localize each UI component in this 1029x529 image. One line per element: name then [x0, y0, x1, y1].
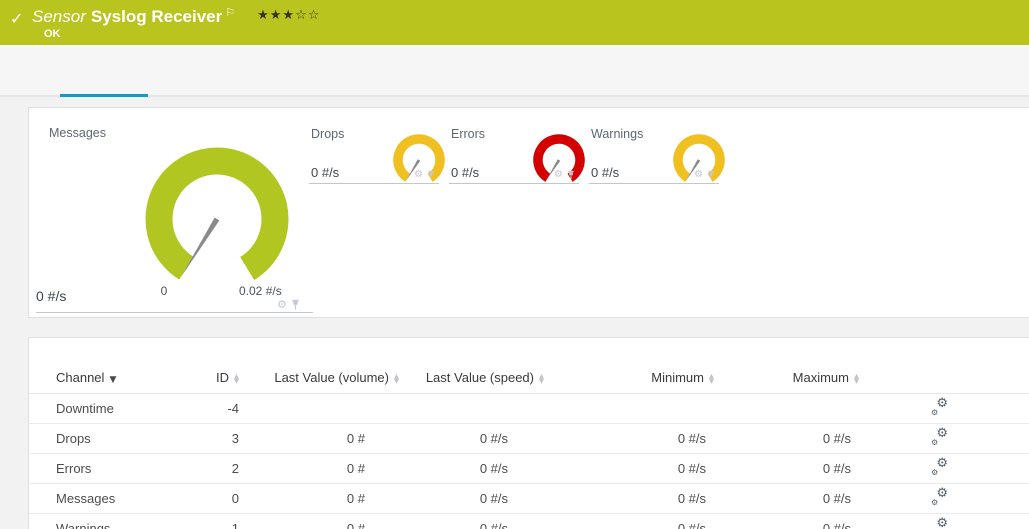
table-header-row: Channel▼ ID▲▼ Last Value (volume)▲▼ Last… [29, 362, 1029, 394]
column-header-minimum[interactable]: Minimum▲▼ [544, 362, 714, 394]
gauge-errors[interactable]: Errors 0 #/s ⚙ [449, 120, 579, 186]
channel-minimum [544, 394, 714, 424]
gauge-value: 0 #/s [591, 165, 619, 180]
gauge-divider [36, 312, 313, 313]
gauge-dial [531, 134, 587, 190]
sort-icon: ▲▼ [234, 374, 239, 384]
channel-last-volume: 0 # [239, 514, 399, 529]
sort-icon: ▲▼ [709, 374, 714, 384]
flag-icon[interactable]: ⚐ [225, 6, 235, 19]
gauge-divider [449, 183, 579, 184]
gauge-dial [142, 144, 292, 294]
gauge-drops[interactable]: Drops 0 #/s ⚙ [309, 120, 439, 186]
sensor-header: ✓ Sensor Syslog Receiver⚐ ★★★☆☆ OK [0, 0, 1029, 45]
gauge-settings-gear-icon[interactable]: ⚙ [694, 169, 703, 180]
channel-settings-gears-icon[interactable]: ⚙⚙ [931, 400, 948, 414]
channel-maximum: 0 #/s [714, 484, 859, 514]
gauge-scale-max: 0.02 #/s [239, 284, 282, 298]
channel-maximum: 0 #/s [714, 514, 859, 529]
table-row: Errors 2 0 # 0 #/s 0 #/s 0 #/s ⚙⚙ [29, 454, 1029, 484]
gauge-warnings[interactable]: Warnings 0 #/s ⚙ [589, 120, 719, 186]
gauge-divider [589, 183, 719, 184]
tab-bar: Overview Live Data 2 days 30 days 365 da… [0, 45, 1029, 97]
channel-maximum: 0 #/s [714, 454, 859, 484]
sort-icon: ▲▼ [394, 374, 399, 384]
channel-last-speed [399, 394, 544, 424]
gauge-title: Messages [49, 126, 106, 140]
active-tab-indicator [60, 94, 148, 97]
channel-id: 1 [189, 514, 239, 529]
table-row: Warnings 1 0 # 0 #/s 0 #/s 0 #/s ⚙⚙ [29, 514, 1029, 529]
column-header-channel[interactable]: Channel▼ [29, 362, 189, 394]
gauges-panel: Messages 0 0.02 #/s 0 #/s ⚙ Drops 0 #/s … [28, 107, 1029, 318]
sensor-kind-label: Sensor [32, 7, 86, 26]
channel-last-speed: 0 #/s [399, 424, 544, 454]
gauge-value: 0 #/s [311, 165, 339, 180]
channel-id: 2 [189, 454, 239, 484]
pin-icon[interactable] [707, 170, 715, 180]
channels-panel: Channel▼ ID▲▼ Last Value (volume)▲▼ Last… [28, 337, 1029, 529]
channel-last-volume: 0 # [239, 484, 399, 514]
sensor-title: Sensor Syslog Receiver⚐ ★★★☆☆ [32, 7, 320, 27]
sensor-name: Syslog Receiver [91, 7, 222, 26]
channel-minimum: 0 #/s [544, 514, 714, 529]
channel-settings-gears-icon[interactable]: ⚙⚙ [931, 430, 948, 444]
channel-last-speed: 0 #/s [399, 484, 544, 514]
sort-desc-icon: ▼ [109, 375, 116, 385]
status-badge: OK [44, 28, 61, 40]
gauge-title: Errors [451, 127, 485, 141]
channel-last-volume: 0 # [239, 424, 399, 454]
channel-id: 3 [189, 424, 239, 454]
sort-icon: ▲▼ [854, 374, 859, 384]
column-header-last-value-speed[interactable]: Last Value (speed)▲▼ [399, 362, 544, 394]
pin-icon[interactable] [567, 170, 575, 180]
gauge-settings-gear-icon[interactable]: ⚙ [277, 298, 287, 311]
priority-stars[interactable]: ★★★☆☆ [257, 8, 320, 23]
channel-name: Messages [29, 484, 189, 514]
channel-maximum [714, 394, 859, 424]
ok-check-icon: ✓ [10, 9, 23, 28]
table-row: Messages 0 0 # 0 #/s 0 #/s 0 #/s ⚙⚙ [29, 484, 1029, 514]
sort-icon: ▲▼ [539, 374, 544, 384]
channel-last-volume [239, 394, 399, 424]
table-row: Drops 3 0 # 0 #/s 0 #/s 0 #/s ⚙⚙ [29, 424, 1029, 454]
channel-minimum: 0 #/s [544, 454, 714, 484]
gauge-needle [181, 218, 219, 278]
channel-name: Errors [29, 454, 189, 484]
gauge-value: 0 #/s [36, 288, 66, 304]
gauge-dial [671, 134, 727, 190]
channel-minimum: 0 #/s [544, 424, 714, 454]
gauge-value: 0 #/s [451, 165, 479, 180]
table-row: Downtime -4 ⚙⚙ [29, 394, 1029, 424]
gauge-scale-min: 0 [154, 284, 174, 298]
channels-table: Channel▼ ID▲▼ Last Value (volume)▲▼ Last… [29, 362, 1029, 529]
channel-last-speed: 0 #/s [399, 454, 544, 484]
channel-id: 0 [189, 484, 239, 514]
channel-settings-gears-icon[interactable]: ⚙⚙ [931, 520, 948, 529]
channel-settings-gears-icon[interactable]: ⚙⚙ [931, 460, 948, 474]
channel-id: -4 [189, 394, 239, 424]
column-header-settings [859, 362, 1029, 394]
channel-minimum: 0 #/s [544, 484, 714, 514]
gauge-title: Warnings [591, 127, 643, 141]
channel-name: Drops [29, 424, 189, 454]
gauge-title: Drops [311, 127, 344, 141]
channel-settings-gears-icon[interactable]: ⚙⚙ [931, 490, 948, 504]
column-header-last-value-volume[interactable]: Last Value (volume)▲▼ [239, 362, 399, 394]
channel-name: Downtime [29, 394, 189, 424]
gauge-dial [391, 134, 447, 190]
gauge-settings-gear-icon[interactable]: ⚙ [554, 169, 563, 180]
channel-last-volume: 0 # [239, 454, 399, 484]
gauge-divider [309, 183, 439, 184]
gauge-settings-gear-icon[interactable]: ⚙ [414, 169, 423, 180]
channel-maximum: 0 #/s [714, 424, 859, 454]
channel-name: Warnings [29, 514, 189, 529]
column-header-maximum[interactable]: Maximum▲▼ [714, 362, 859, 394]
channel-last-speed: 0 #/s [399, 514, 544, 529]
column-header-id[interactable]: ID▲▼ [189, 362, 239, 394]
pin-icon[interactable] [291, 299, 300, 310]
pin-icon[interactable] [427, 170, 435, 180]
